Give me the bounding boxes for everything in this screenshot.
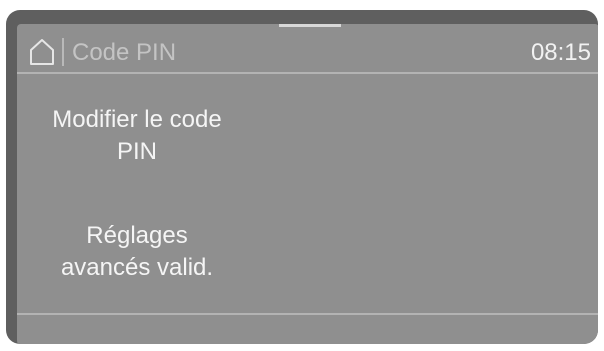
swipe-indicator[interactable] [279,24,341,27]
header-bar: Code PIN 08:15 [17,36,598,68]
device-bezel: Code PIN 08:15 Modifier le code PIN Régl… [6,10,598,344]
clock-time: 08:15 [530,39,591,66]
menu-item-advanced-settings[interactable]: Réglages avancés valid. [17,220,257,284]
display-screen: Code PIN 08:15 Modifier le code PIN Régl… [17,24,598,344]
menu-item-label-line1: Réglages [86,222,188,249]
menu-item-change-pin[interactable]: Modifier le code PIN [17,104,257,168]
header-separator [17,72,598,74]
home-icon[interactable] [29,38,55,66]
menu-item-label-line2: avancés valid. [60,254,214,281]
page-title: Code PIN [72,39,177,66]
menu-item-label-line1: Modifier le code [52,106,222,133]
footer-separator [17,313,598,315]
header-divider [62,38,64,66]
menu-item-label-line2: PIN [116,138,157,165]
